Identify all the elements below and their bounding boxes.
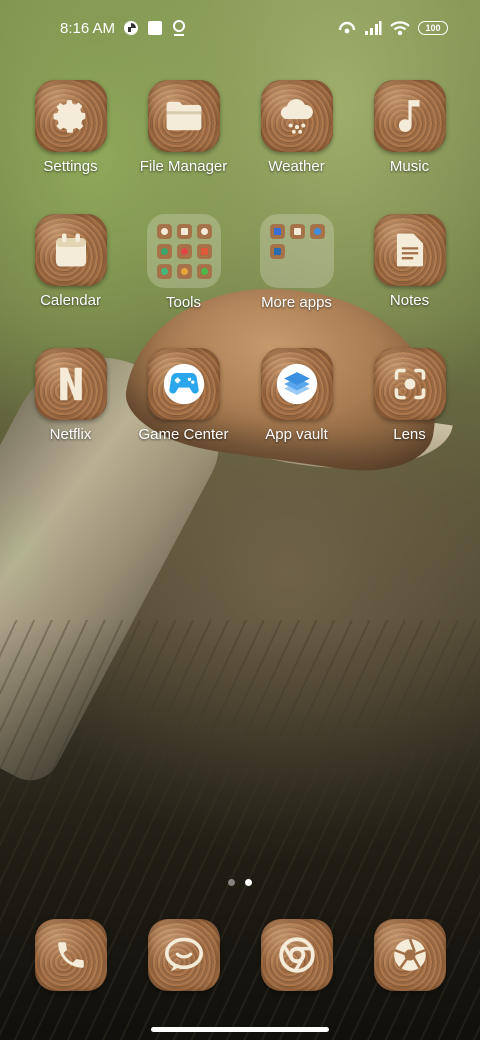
app-label: Lens	[393, 426, 426, 443]
app-notes[interactable]: Notes	[353, 214, 466, 326]
phone-icon[interactable]	[34, 919, 107, 991]
app-grid: Settings File Manager Weather Music Cale…	[14, 80, 466, 460]
gamepad-icon[interactable]	[147, 348, 220, 420]
app-file-manager[interactable]: File Manager	[127, 80, 240, 192]
dock-phone[interactable]	[14, 919, 127, 995]
status-time: 8:16 AM	[60, 19, 116, 37]
signal-bars-icon	[364, 20, 382, 36]
dock-chrome[interactable]	[240, 919, 353, 995]
hotspot-icon	[338, 20, 356, 36]
clock-icon	[196, 224, 212, 239]
calculator-icon	[176, 224, 192, 239]
status-right: 100	[338, 20, 448, 36]
dock-camera[interactable]	[353, 919, 466, 995]
app-label: Game Center	[138, 426, 229, 443]
app-settings[interactable]: Settings	[14, 80, 127, 192]
battery-indicator: 100	[418, 21, 448, 35]
download-icon	[196, 264, 212, 279]
facebook-icon	[289, 224, 305, 239]
app-music[interactable]: Music	[353, 80, 466, 192]
wifi-icon	[390, 20, 410, 36]
app-label: Tools	[165, 294, 202, 311]
messages-icon[interactable]	[147, 919, 220, 991]
record-icon	[176, 244, 192, 259]
location-pin-icon	[171, 19, 187, 37]
app-label: Settings	[43, 158, 98, 175]
lens-scan-icon[interactable]	[373, 348, 446, 420]
video-icon	[196, 244, 212, 259]
app-label: Music	[389, 158, 430, 175]
status-left: 8:16 AM	[60, 19, 187, 37]
linkedin-icon	[269, 244, 285, 259]
page-dot[interactable]	[228, 879, 235, 886]
home-gesture-bar[interactable]	[151, 1027, 329, 1032]
dock	[14, 919, 466, 995]
app-vault[interactable]: App vault	[240, 348, 353, 460]
app-label: Notes	[389, 292, 430, 309]
folder-icon[interactable]	[147, 80, 220, 152]
app-label: More apps	[261, 294, 332, 311]
dock-messages[interactable]	[127, 919, 240, 995]
chrome-icon[interactable]	[260, 919, 333, 991]
globe-icon	[156, 264, 172, 279]
netflix-icon[interactable]	[34, 348, 107, 420]
note-icon[interactable]	[373, 214, 446, 286]
camera-aperture-icon[interactable]	[373, 919, 446, 991]
app-label: Netflix	[49, 426, 92, 443]
app-netflix[interactable]: Netflix	[14, 348, 127, 460]
folder-more-apps[interactable]: More apps	[240, 214, 353, 326]
app-calendar[interactable]: Calendar	[14, 214, 127, 326]
contacts-icon	[156, 224, 172, 239]
page-indicator	[0, 879, 480, 886]
compass-icon	[156, 244, 172, 259]
loop-icon	[176, 264, 192, 279]
page-dot-active[interactable]	[245, 879, 252, 886]
app-label: Calendar	[40, 292, 101, 309]
calendar-icon[interactable]	[34, 214, 107, 286]
mail-icon	[269, 224, 285, 239]
app-label: File Manager	[139, 158, 228, 175]
gear-icon[interactable]	[34, 80, 107, 152]
app-game-center[interactable]: Game Center	[127, 348, 240, 460]
list-icon	[309, 224, 325, 239]
folder-icon[interactable]	[146, 214, 221, 288]
notification-square-icon	[147, 20, 163, 36]
cloud-snow-icon[interactable]	[260, 80, 333, 152]
layers-icon[interactable]	[260, 348, 333, 420]
app-weather[interactable]: Weather	[240, 80, 353, 192]
app-label: App vault	[265, 426, 328, 443]
folder-icon[interactable]	[259, 214, 334, 288]
app-lens[interactable]: Lens	[353, 348, 466, 460]
app-label: Weather	[268, 158, 325, 175]
music-note-icon[interactable]	[373, 80, 446, 152]
data-saver-icon	[123, 20, 139, 36]
folder-tools[interactable]: Tools	[127, 214, 240, 326]
status-bar: 8:16 AM 100	[0, 0, 480, 56]
